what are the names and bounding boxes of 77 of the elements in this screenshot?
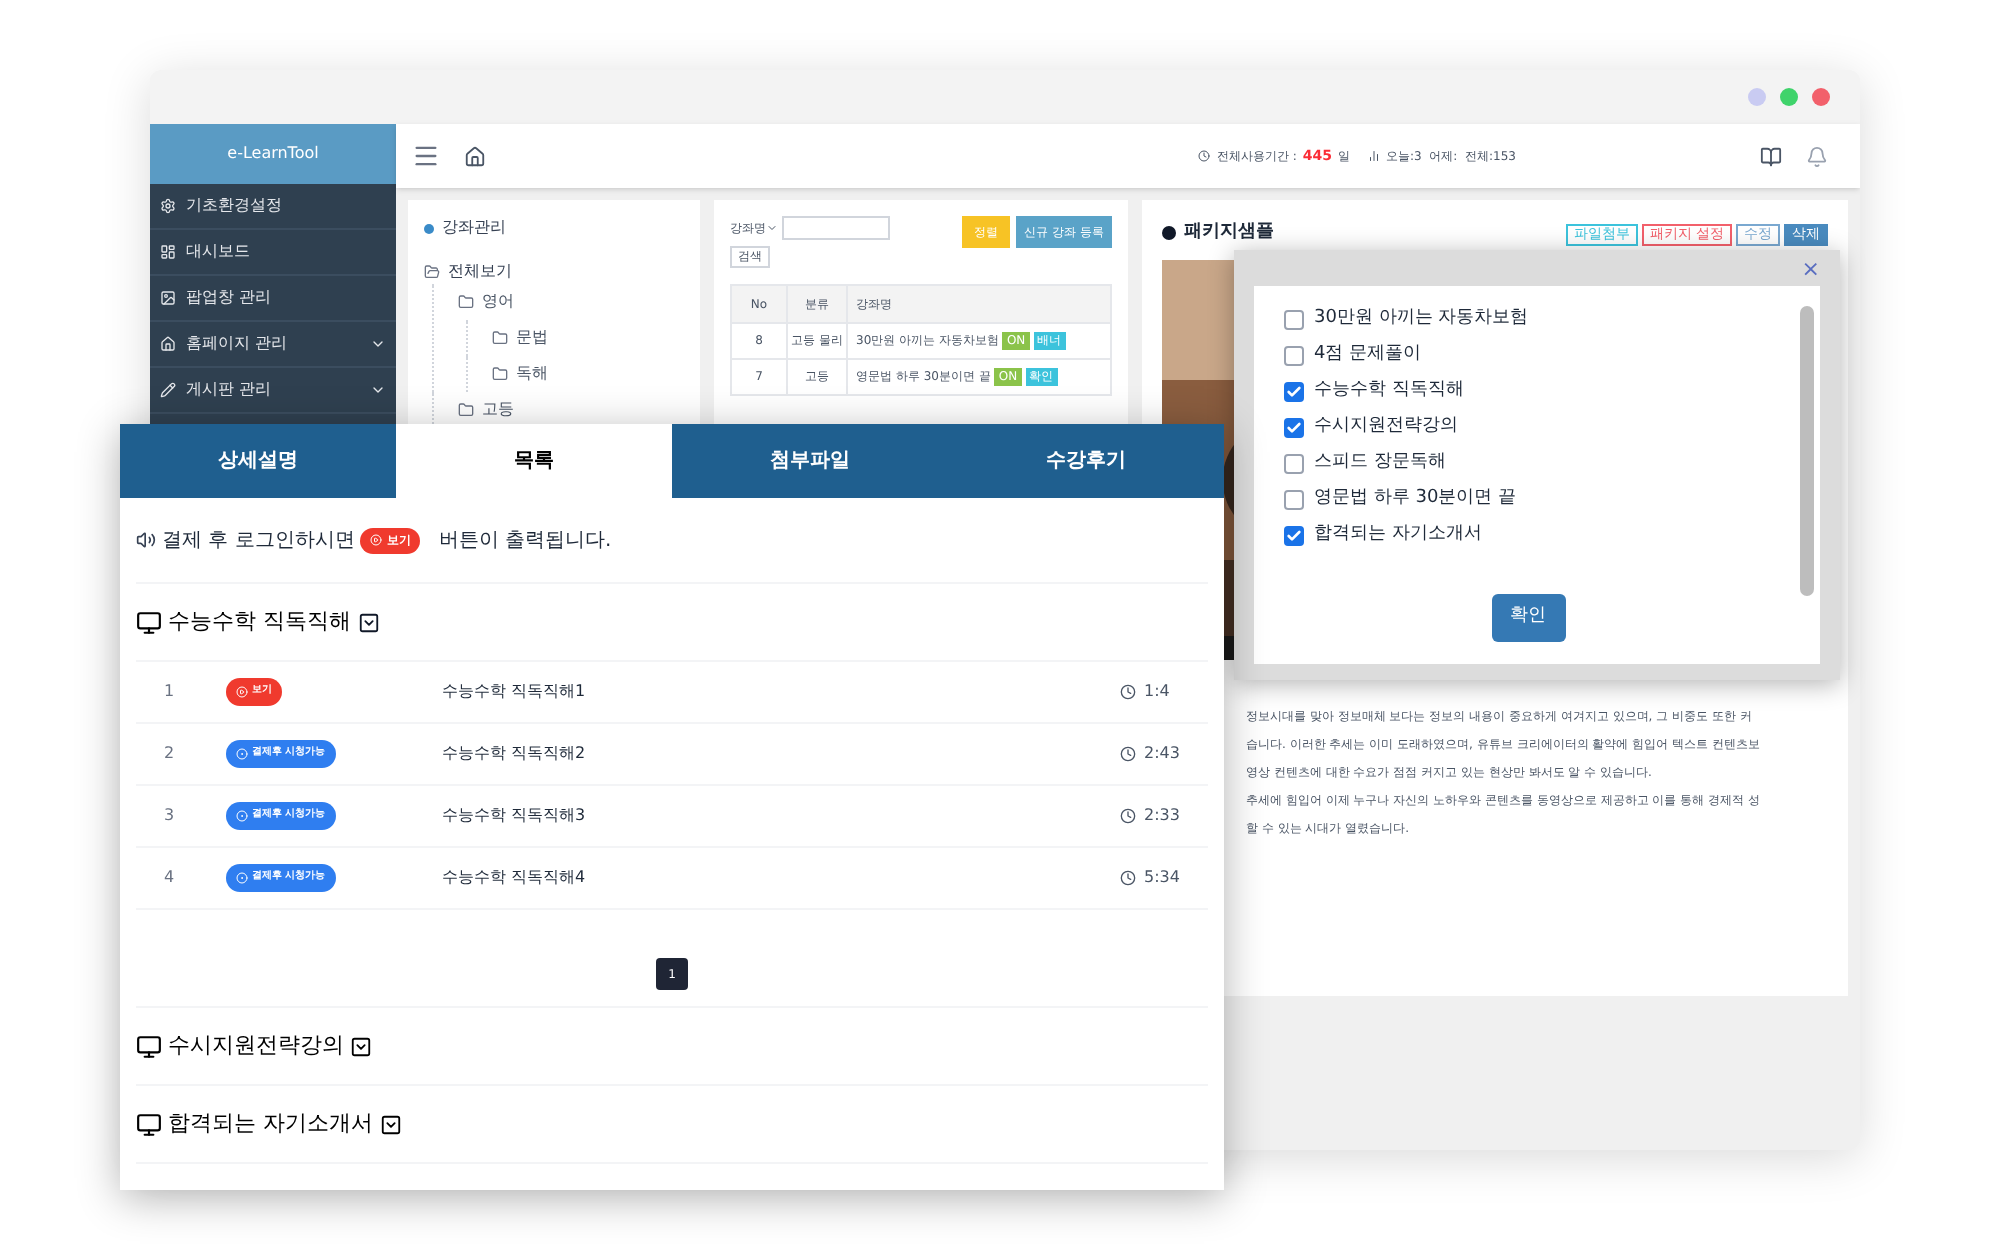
tab[interactable]: 목록 bbox=[396, 424, 672, 498]
notice-text: 버튼이 출력됩니다. bbox=[438, 527, 612, 555]
caret-icon bbox=[766, 222, 778, 234]
tab[interactable]: 상세설명 bbox=[120, 424, 396, 498]
lesson-duration: 1:4 bbox=[1144, 680, 1170, 704]
checkbox[interactable] bbox=[1284, 526, 1304, 546]
lesson-duration: 5:34 bbox=[1144, 866, 1180, 890]
checkbox-label: 4점 문제풀이 bbox=[1314, 342, 1422, 369]
clock-icon bbox=[1120, 808, 1136, 824]
checkbox-label: 30만원 아끼는 자동차보험 bbox=[1314, 306, 1529, 333]
checkbox-label: 수시지원전략강의 bbox=[1314, 414, 1458, 441]
lesson-number: 2 bbox=[162, 742, 177, 766]
lesson-title: 수능수학 직독직해2 bbox=[442, 742, 586, 766]
tree-item[interactable]: 고등 bbox=[482, 398, 514, 422]
lesson-number: 3 bbox=[162, 804, 177, 828]
home-icon[interactable] bbox=[464, 145, 486, 167]
bullet-icon bbox=[424, 223, 434, 233]
notice-text: 결제 후 로그인하시면 bbox=[162, 527, 355, 555]
monitor-icon bbox=[136, 1033, 162, 1059]
sidebar-item[interactable]: 대시보드 bbox=[150, 230, 396, 276]
section-title[interactable]: 합격되는 자기소개서 bbox=[168, 1107, 373, 1141]
checkbox-label: 합격되는 자기소개서 bbox=[1314, 522, 1482, 549]
speaker-icon bbox=[136, 530, 156, 550]
folder-icon bbox=[458, 402, 474, 418]
clock-icon bbox=[1120, 870, 1136, 886]
sidebar-item[interactable]: 팝업창 관리 bbox=[150, 276, 396, 322]
bell-icon[interactable] bbox=[1806, 145, 1828, 167]
lesson-duration: 2:43 bbox=[1144, 742, 1180, 766]
chart-icon bbox=[1368, 150, 1381, 162]
tree-item[interactable]: 영어 bbox=[482, 290, 514, 314]
tree-root[interactable]: 전체보기 bbox=[448, 260, 512, 284]
scrollbar[interactable] bbox=[1800, 306, 1814, 596]
panel-title: 강좌관리 bbox=[442, 216, 506, 240]
tab[interactable]: 수강후기 bbox=[948, 424, 1224, 498]
folder-icon bbox=[492, 330, 508, 346]
folder-icon bbox=[492, 366, 508, 382]
clock-icon bbox=[1120, 684, 1136, 700]
tree-item[interactable]: 독해 bbox=[516, 362, 548, 386]
lesson-duration: 2:33 bbox=[1144, 804, 1180, 828]
panel-title: 패키지샘플 bbox=[1184, 220, 1274, 246]
checkbox-label: 수능수학 직독직해 bbox=[1314, 378, 1464, 405]
clock-icon bbox=[1120, 746, 1136, 762]
checkbox[interactable] bbox=[1284, 418, 1304, 438]
book-icon[interactable] bbox=[1760, 145, 1782, 167]
sidebar-item[interactable]: 홈페이지 관리 bbox=[150, 322, 396, 368]
chevron-icon bbox=[370, 382, 386, 398]
lesson-title: 수능수학 직독직해3 bbox=[442, 804, 586, 828]
monitor-icon bbox=[136, 1111, 162, 1137]
checkbox-label: 스피드 장문독해 bbox=[1314, 450, 1446, 477]
lesson-title: 수능수학 직독직해4 bbox=[442, 866, 586, 890]
clock-icon bbox=[1198, 150, 1211, 162]
lesson-number: 1 bbox=[162, 680, 177, 704]
search-field[interactable] bbox=[782, 216, 890, 240]
checkbox[interactable] bbox=[1284, 454, 1304, 474]
checkbox-label: 영문법 하루 30분이면 끝 bbox=[1314, 486, 1517, 513]
checkbox[interactable] bbox=[1284, 490, 1304, 510]
folder-icon bbox=[458, 294, 474, 310]
tree-item[interactable]: 문법 bbox=[516, 326, 548, 350]
section-title[interactable]: 수시지원전략강의 bbox=[168, 1029, 344, 1063]
dropdown-icon[interactable] bbox=[350, 1035, 372, 1057]
checkbox[interactable] bbox=[1284, 382, 1304, 402]
section-title[interactable]: 수능수학 직독직해 bbox=[168, 605, 351, 639]
bullet-icon bbox=[1162, 226, 1176, 240]
dropdown-icon[interactable] bbox=[379, 1113, 401, 1135]
confirm-button[interactable]: 확인 bbox=[1491, 594, 1565, 642]
chevron-icon bbox=[370, 336, 386, 352]
tab[interactable]: 첨부파일 bbox=[672, 424, 948, 498]
dropdown-icon[interactable] bbox=[357, 611, 379, 633]
folder-icon bbox=[424, 264, 440, 280]
sidebar-item[interactable]: 게시판 관리 bbox=[150, 368, 396, 414]
monitor-icon bbox=[136, 609, 162, 635]
close-button[interactable]: × bbox=[1801, 257, 1820, 279]
sidebar-item[interactable]: 기초환경설정 bbox=[150, 184, 396, 230]
lesson-title: 수능수학 직독직해1 bbox=[442, 680, 586, 704]
checkbox[interactable] bbox=[1284, 346, 1304, 366]
lesson-number: 4 bbox=[162, 866, 177, 890]
checkbox[interactable] bbox=[1284, 310, 1304, 330]
